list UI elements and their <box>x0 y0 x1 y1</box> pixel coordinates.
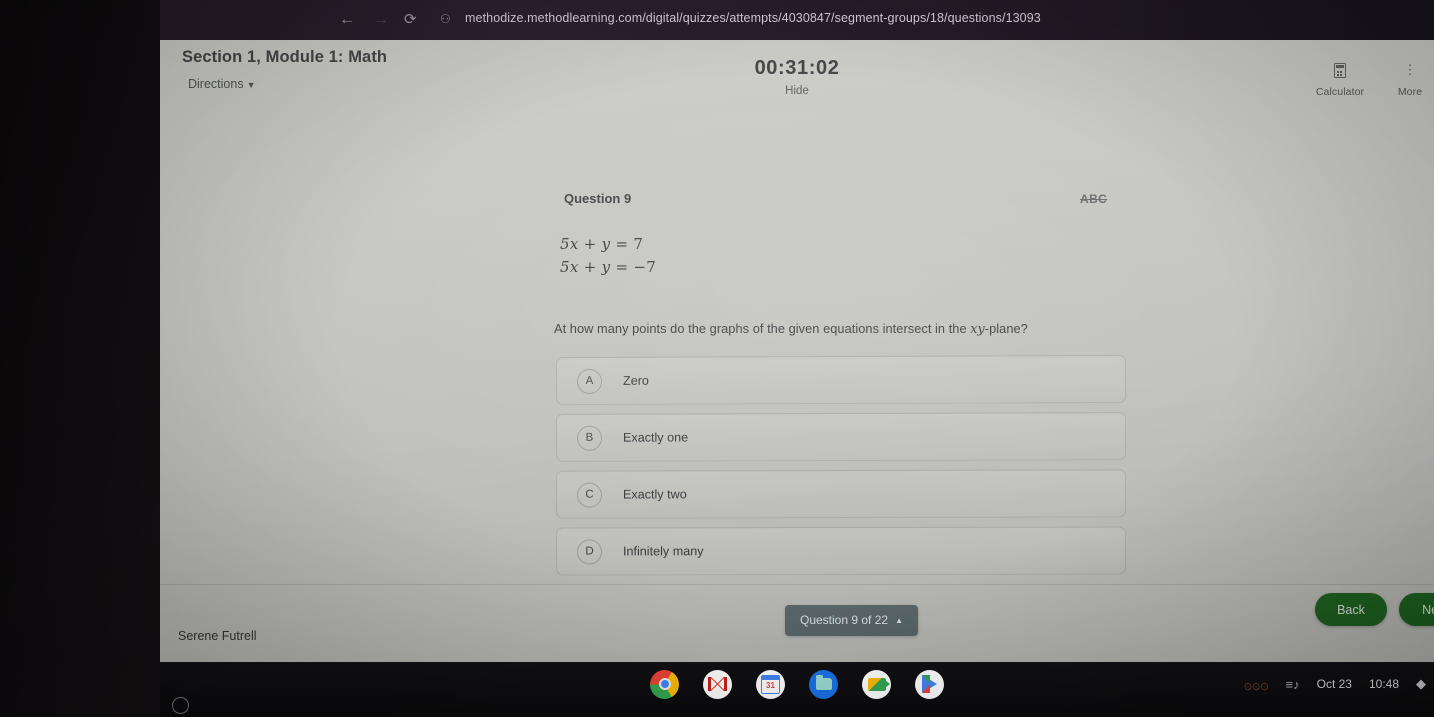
page-title: Section 1, Module 1: Math <box>182 48 388 66</box>
question-navigator-button[interactable]: Question 9 of 22 ▲ <box>785 605 918 636</box>
exam-header: Section 1, Module 1: Math Directions ▼ 00… <box>160 40 1434 113</box>
calendar-icon: 31 <box>761 674 780 694</box>
battery-icon[interactable]: ◆ <box>1416 676 1426 692</box>
quiz-page: Section 1, Module 1: Math Directions ▼ 00… <box>160 40 1434 662</box>
answer-eliminator-abc-button[interactable]: ABC <box>1080 192 1107 206</box>
answer-choice-c[interactable]: C Exactly two <box>555 469 1127 519</box>
answer-choice-a[interactable]: A Zero <box>555 354 1127 406</box>
next-button[interactable]: Next <box>1399 593 1434 626</box>
calculator-button[interactable]: Calculator <box>1303 63 1377 98</box>
equation-lhs: 5x + y <box>560 258 611 276</box>
prompt-variable: xy <box>970 322 985 337</box>
notification-icons[interactable]: ۞۞۞ <box>1244 676 1269 693</box>
choice-text: Exactly one <box>622 430 689 445</box>
prompt-text-before: At how many points do the graphs of the … <box>554 321 971 336</box>
equation-relation: = <box>615 235 629 253</box>
prompt-text-after: -plane? <box>984 321 1028 336</box>
shelf-icon-meet[interactable] <box>862 669 891 699</box>
shelf-icon-calendar[interactable]: 31 <box>756 669 785 699</box>
calculator-label: Calculator <box>1315 86 1365 98</box>
hide-timer-button[interactable]: Hide <box>160 85 1434 97</box>
shelf-icon-play-store[interactable] <box>915 669 944 699</box>
browser-back-icon[interactable]: ← <box>339 12 355 28</box>
question-number-label: Question 9 <box>564 191 632 206</box>
equation-lhs: 5x + y <box>560 235 611 253</box>
status-tray[interactable]: ۞۞۞ ≡♪ Oct 23 10:48 ◆ <box>1244 662 1432 706</box>
chromeos-shelf: 31 ۞۞۞ ≡♪ Oct 23 10:48 ◆ <box>160 662 1434 717</box>
gmail-icon <box>708 677 727 691</box>
browser-forward-icon[interactable]: → <box>373 12 389 28</box>
browser-chrome-bar: ← → ⟳ ⚇ methodize.methodlearning.com/dig… <box>160 0 1434 40</box>
more-button[interactable]: ⋮ More <box>1373 62 1434 99</box>
equation-line: 5x + y = 7 <box>560 233 656 256</box>
chrome-icon <box>658 678 671 690</box>
choice-text: Exactly two <box>622 487 687 502</box>
equation-block: 5x + y = 7 5x + y = −7 <box>560 233 656 279</box>
calculator-icon <box>1303 63 1377 79</box>
answer-choices-list: A Zero B Exactly one C Exactly two D Inf… <box>555 354 1127 584</box>
video-camera-icon <box>867 677 890 691</box>
chevron-up-icon: ▲ <box>895 616 903 625</box>
tray-time[interactable]: 10:48 <box>1369 677 1399 691</box>
equation-rhs: 7 <box>633 235 644 253</box>
choice-letter: A <box>576 368 603 394</box>
choice-text: Infinitely many <box>622 544 704 559</box>
equation-rhs: −7 <box>633 258 657 276</box>
shelf-icon-files[interactable] <box>809 669 838 699</box>
vertical-dots-icon: ⋮ <box>1403 62 1417 77</box>
question-prompt: At how many points do the graphs of the … <box>554 321 1028 337</box>
choice-text: Zero <box>622 373 649 388</box>
more-label: More <box>1397 86 1423 98</box>
shelf-icon-gmail[interactable] <box>703 669 732 699</box>
address-bar-url[interactable]: methodize.methodlearning.com/digital/qui… <box>465 11 1165 25</box>
question-navigator-label: Question 9 of 22 <box>800 613 889 627</box>
play-store-icon <box>922 675 937 693</box>
media-playlist-icon[interactable]: ≡♪ <box>1286 677 1300 692</box>
screen-photo: ← → ⟳ ⚇ methodize.methodlearning.com/dig… <box>0 0 1434 717</box>
choice-letter: C <box>576 482 603 508</box>
quiz-footer: Serene Futrell Question 9 of 22 ▲ Back Ne… <box>160 584 1434 662</box>
student-name: Serene Futrell <box>178 629 257 643</box>
answer-choice-d[interactable]: D Infinitely many <box>555 526 1127 576</box>
browser-reload-icon[interactable]: ⟳ <box>404 12 417 27</box>
tray-date[interactable]: Oct 23 <box>1317 677 1352 691</box>
choice-letter: B <box>576 425 603 451</box>
shelf-icon-chrome[interactable] <box>650 669 679 699</box>
answer-choice-b[interactable]: B Exactly one <box>555 412 1127 462</box>
device-bezel-left <box>0 0 160 717</box>
question-area: Question 9 ABC 5x + y = 7 5x + y = −7 At… <box>160 113 1434 585</box>
choice-letter: D <box>576 538 603 564</box>
folder-icon <box>815 675 832 690</box>
equation-relation: = <box>615 258 629 276</box>
site-info-icon[interactable]: ⚇ <box>440 13 451 25</box>
back-button[interactable]: Back <box>1315 593 1387 626</box>
equation-line: 5x + y = −7 <box>560 256 656 279</box>
shelf-app-list: 31 <box>160 662 1434 706</box>
